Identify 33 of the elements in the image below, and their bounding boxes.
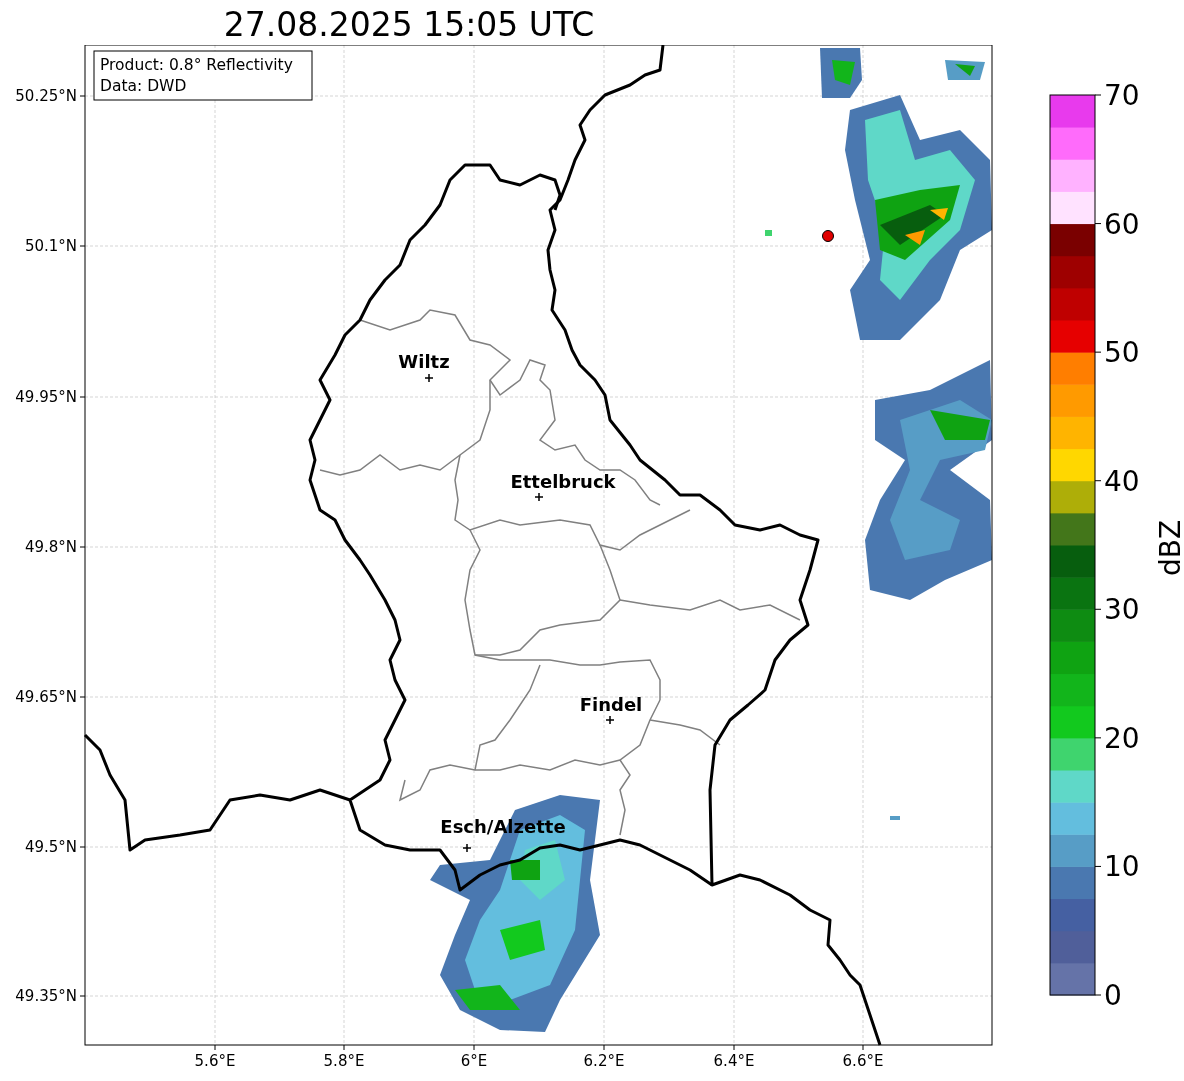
info-text: Product: 0.8° Reflectivity <box>100 56 293 74</box>
longitude-label: 6.6°E <box>842 1052 884 1070</box>
colorbar-tick-label: 20 <box>1104 721 1140 755</box>
chart-title: 27.08.2025 15:05 UTC <box>223 4 595 46</box>
city-label: Ettelbruck <box>510 471 616 492</box>
latitude-label: 49.65°N <box>15 688 77 706</box>
latitude-label: 49.5°N <box>24 838 77 856</box>
colorbar-tick-label: 40 <box>1104 464 1140 498</box>
latitude-label: 50.25°N <box>15 87 77 105</box>
colorbar-tick-label: 30 <box>1104 593 1140 627</box>
colorbar-tick-label: 60 <box>1104 207 1140 241</box>
latitude-label: 49.35°N <box>15 987 77 1005</box>
colorbar-tick-label: 50 <box>1104 336 1140 370</box>
longitude-label: 5.6°E <box>194 1052 236 1070</box>
radar-site-marker <box>822 230 834 242</box>
longitude-label: 6°E <box>460 1052 488 1070</box>
latitude-label: 49.8°N <box>24 538 77 556</box>
longitude-label: 6.2°E <box>583 1052 625 1070</box>
city-label: Findel <box>579 694 643 715</box>
city-label: Wiltz <box>398 351 450 372</box>
info-text: Data: DWD <box>100 77 187 95</box>
colorbar-tick-label: 70 <box>1104 79 1140 112</box>
latitude-label: 50.1°N <box>24 237 77 255</box>
colorbar-tick-label: 10 <box>1104 850 1140 884</box>
latitude-label: 49.95°N <box>15 388 77 406</box>
longitude-label: 6.4°E <box>713 1052 755 1070</box>
city-marker-icon <box>605 715 615 725</box>
city-marker-icon <box>424 373 434 383</box>
city-marker-icon <box>462 843 472 853</box>
colorbar-tick-label: 0 <box>1104 979 1122 1012</box>
city-marker-icon <box>534 492 544 502</box>
colorbar-label: dBZ <box>1153 519 1184 577</box>
longitude-label: 5.8°E <box>323 1052 365 1070</box>
